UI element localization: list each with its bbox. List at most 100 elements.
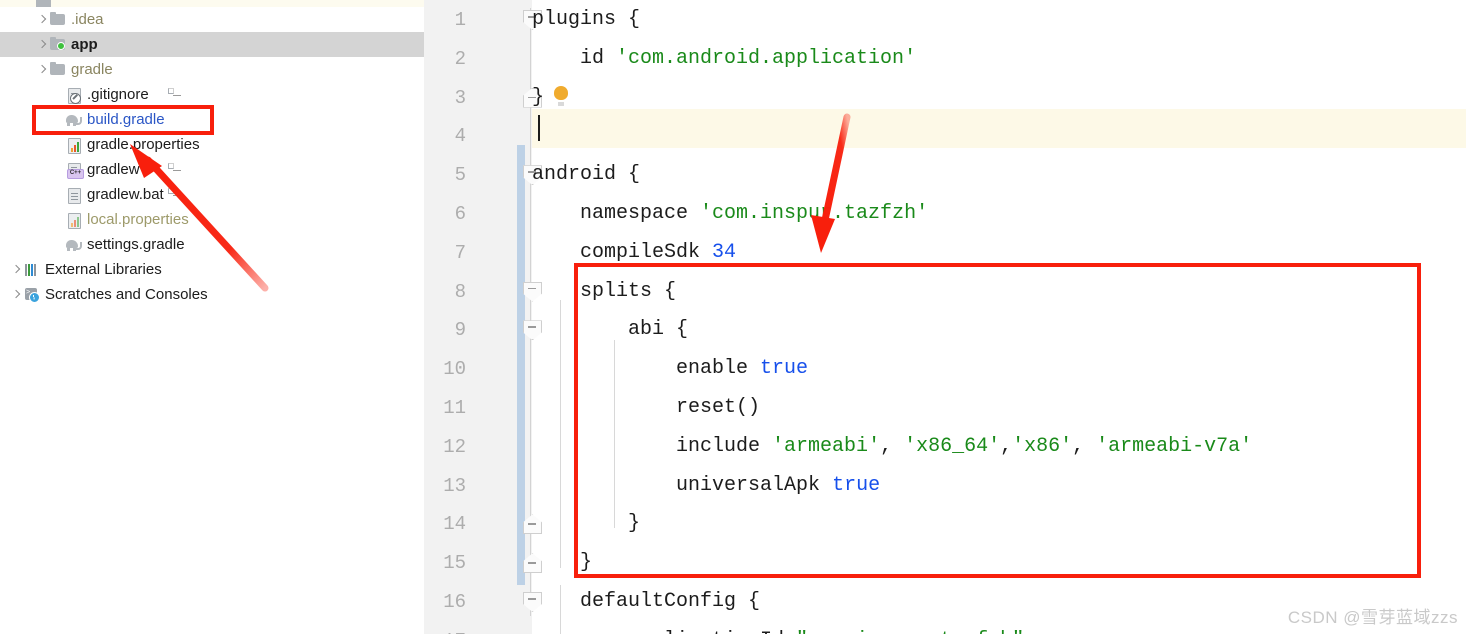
tree-row-partial[interactable] <box>0 0 424 7</box>
tree-row-local-properties[interactable]: local.properties <box>0 207 424 232</box>
tree-row--gitignore[interactable]: .gitignore <box>0 82 424 107</box>
line-number: 9 <box>454 319 466 342</box>
code-line[interactable]: } <box>532 504 640 543</box>
code-token-plain: } <box>532 551 593 575</box>
line-number: 5 <box>454 164 466 187</box>
line-number: 2 <box>454 47 466 70</box>
line-number: 12 <box>443 435 466 458</box>
tree-row-gradle[interactable]: gradle <box>0 57 424 82</box>
tree-row-label: local.properties <box>87 211 189 228</box>
code-token-plain: abi { <box>532 318 689 342</box>
properties-file-icon-dim <box>65 211 82 229</box>
code-token-plain: namespace <box>532 202 701 225</box>
folder-icon <box>49 11 66 28</box>
chevron-right-icon <box>52 113 65 126</box>
code-line[interactable]: universalApk true <box>532 466 880 505</box>
code-token-plain: applicationId <box>532 629 796 634</box>
tree-row-gradlew[interactable]: C++ gradlew <box>0 157 424 182</box>
folder-icon <box>49 61 66 78</box>
chevron-right-icon <box>52 163 65 176</box>
tree-row-label: .gitignore <box>87 86 149 103</box>
code-line[interactable]: plugins { <box>532 0 640 39</box>
line-number: 14 <box>443 513 466 536</box>
tree-row-app[interactable]: app <box>0 32 424 57</box>
code-line[interactable]: applicationId "com.inspur.tazfzh" <box>532 621 1024 634</box>
code-token-string: 'armeabi' <box>772 434 881 458</box>
tree-row-gradle-properties[interactable]: gradle.properties <box>0 132 424 157</box>
chevron-right-icon[interactable] <box>36 63 49 76</box>
code-line[interactable]: reset() <box>532 388 760 427</box>
code-token-plain: } <box>532 85 545 109</box>
code-line[interactable]: android { <box>532 155 640 194</box>
code-line[interactable]: namespace 'com.inspur.tazfzh' <box>532 194 928 233</box>
code-token-plain: reset() <box>532 396 761 419</box>
gitignore-file-icon <box>65 86 181 104</box>
chevron-right-icon <box>52 238 65 251</box>
code-line[interactable]: compileSdk 34 <box>532 233 736 272</box>
code-token-string: 'com.inspur.tazfzh' <box>700 202 929 225</box>
chevron-right-icon <box>22 0 35 7</box>
tree-row-label: build.gradle <box>87 111 165 128</box>
tree-row-scratches-and-consoles[interactable]: > Scratches and Consoles <box>0 282 424 307</box>
tree-row-label: Scratches and Consoles <box>45 286 208 303</box>
code-line[interactable]: defaultConfig { <box>532 582 760 621</box>
code-token-plain: id <box>532 46 617 70</box>
current-line-highlight <box>532 109 1466 148</box>
tree-row-external-libraries[interactable]: External Libraries <box>0 257 424 282</box>
line-number: 11 <box>443 397 466 419</box>
line-number: 4 <box>454 125 466 148</box>
line-number: 10 <box>443 358 466 381</box>
tree-row-gradlew-bat[interactable]: gradlew.bat <box>0 182 424 207</box>
code-editor[interactable]: 1234567891011121314151617 plugins { id '… <box>424 0 1466 634</box>
tree-row--idea[interactable]: .idea <box>0 7 424 32</box>
vcs-change-marker <box>517 145 525 585</box>
code-token-plain: universalApk <box>532 473 833 497</box>
code-token-plain: , <box>1000 434 1013 458</box>
chevron-right-icon[interactable] <box>10 288 23 301</box>
line-number: 8 <box>454 280 466 303</box>
screenshot-root: .idea app gradle .gitignore build.gradle… <box>0 0 1466 634</box>
code-token-string: 'armeabi-v7a' <box>1096 434 1253 458</box>
line-number: 16 <box>443 591 466 613</box>
text-caret <box>538 115 540 141</box>
folder-icon <box>35 0 52 7</box>
code-token-plain: , <box>880 434 905 458</box>
code-token-plain: plugins { <box>532 8 641 31</box>
code-line[interactable]: splits { <box>532 272 676 311</box>
tree-row-label: gradle.properties <box>87 136 200 153</box>
line-number: 13 <box>443 474 466 497</box>
code-line[interactable]: abi { <box>532 310 688 349</box>
code-token-number: 34 <box>712 240 737 264</box>
code-token-plain: splits { <box>532 279 677 303</box>
code-line[interactable]: enable true <box>532 349 808 388</box>
editor-gutter[interactable]: 1234567891011121314151617 <box>424 0 542 634</box>
intention-bulb-icon[interactable] <box>554 86 568 104</box>
indent-guide <box>614 340 615 528</box>
text-file-icon <box>65 186 181 204</box>
tree-row-settings-gradle[interactable]: settings.gradle <box>0 232 424 257</box>
chevron-right-icon[interactable] <box>10 263 23 276</box>
code-token-keyword: true <box>760 357 809 381</box>
line-number: 15 <box>443 552 466 575</box>
tree-row-label: app <box>71 36 98 53</box>
line-number: 3 <box>454 86 466 109</box>
code-token-plain: enable <box>532 357 761 381</box>
code-text-area[interactable]: plugins { id 'com.android.application'} a… <box>532 0 1466 634</box>
code-line[interactable]: id 'com.android.application' <box>532 39 916 78</box>
code-line[interactable]: include 'armeabi', 'x86_64','x86', 'arme… <box>532 427 1252 466</box>
tree-row-build-gradle[interactable]: build.gradle <box>0 107 424 132</box>
external-libraries-icon <box>23 261 40 278</box>
chevron-right-icon[interactable] <box>36 38 49 51</box>
gradle-elephant-icon <box>65 111 82 128</box>
folder-module-icon <box>49 36 66 53</box>
tree-row-label: gradle <box>71 61 113 78</box>
tree-row-label: gradlew.bat <box>87 186 164 203</box>
indent-guide <box>560 300 561 568</box>
code-line[interactable]: } <box>532 543 592 582</box>
code-line[interactable]: } <box>532 78 544 117</box>
code-token-plain: , <box>1072 434 1097 458</box>
project-tool-window[interactable]: .idea app gradle .gitignore build.gradle… <box>0 0 424 634</box>
chevron-right-icon <box>52 88 65 101</box>
tree-row-label: gradlew <box>87 161 140 178</box>
chevron-right-icon[interactable] <box>36 13 49 26</box>
